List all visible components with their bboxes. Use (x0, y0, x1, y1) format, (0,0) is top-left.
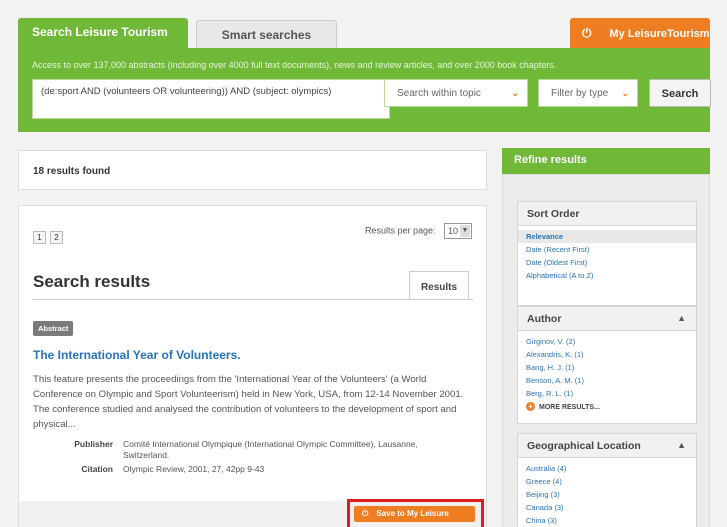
author-option[interactable]: Girginov, V. (2) (518, 335, 696, 348)
chevron-down-icon: ⌄ (621, 88, 629, 98)
page-1-button[interactable]: 1 (33, 231, 46, 244)
type-select-label: Filter by type (551, 88, 609, 99)
plus-icon: + (526, 402, 535, 411)
coverage-note: Access to over 137,000 abstracts (includ… (32, 60, 557, 70)
search-band: Access to over 137,000 abstracts (includ… (18, 48, 711, 132)
publisher-value: Comité International Olympique (Internat… (123, 439, 418, 460)
geo-option[interactable]: Greece (4) (518, 475, 696, 488)
filter-by-type-select[interactable]: Filter by type ⌄ (538, 79, 638, 107)
result-title-link[interactable]: The International Year of Volunteers. (33, 348, 241, 362)
author-facet-title[interactable]: Author ▲ (518, 307, 696, 331)
author-option[interactable]: Berg, R. L. (1) (518, 387, 696, 400)
geo-facet-label: Geographical Location (527, 440, 641, 452)
tab-smart-searches[interactable]: Smart searches (196, 20, 337, 48)
author-more-results-link[interactable]: + MORE RESULTS... (518, 400, 696, 413)
highlight-box (347, 499, 484, 527)
divider (33, 299, 473, 300)
geo-option[interactable]: China (3) (518, 514, 696, 527)
geo-option[interactable]: Beijing (3) (518, 488, 696, 501)
results-count: 18 results found (18, 150, 487, 190)
sort-order-title: Sort Order (518, 202, 696, 226)
sort-option-alphabetical[interactable]: Alphabetical (A to Z) (518, 269, 696, 282)
results-per-page-select[interactable]: 10 ▼ (444, 223, 472, 239)
sort-order-box: Sort Order Relevance Date (Recent First)… (517, 201, 697, 306)
result-description: This feature presents the proceedings fr… (33, 374, 464, 430)
search-query-input[interactable]: (de:sport AND (volunteers OR volunteerin… (32, 79, 390, 119)
citation-label: Citation (81, 464, 113, 474)
author-facet-label: Author (527, 313, 562, 325)
chevron-up-icon: ▲ (677, 440, 686, 450)
results-per-page: Results per page: 10 ▼ (365, 223, 472, 239)
search-button[interactable]: Search (649, 79, 711, 107)
results-per-page-value: 10 (448, 226, 459, 236)
search-results-heading: Search results (33, 272, 151, 291)
author-option[interactable]: Bang, H. J. (1) (518, 361, 696, 374)
tab-search-leisure-tourism[interactable]: Search Leisure Tourism (18, 18, 188, 48)
chevron-up-icon: ▲ (677, 313, 686, 323)
sort-option-date-oldest[interactable]: Date (Oldest First) (518, 256, 696, 269)
my-leisure-tourism-label: My LeisureTourism (609, 28, 710, 40)
refine-panel: Sort Order Relevance Date (Recent First)… (502, 174, 710, 527)
page-2-button[interactable]: 2 (50, 231, 63, 244)
refine-results-heading: Refine results (502, 148, 710, 174)
my-leisure-tourism-button[interactable]: ⏻ My LeisureTourism (570, 18, 710, 48)
geo-option[interactable]: Canada (3) (518, 501, 696, 514)
citation-value: Olympic Review, 2001, 27, 42pp 9-43 (123, 464, 265, 474)
author-facet-box: Author ▲ Girginov, V. (2) Alexandris, K.… (517, 306, 697, 424)
publisher-label: Publisher (74, 439, 113, 449)
result-meta: Publisher Comité International Olympique… (63, 439, 443, 478)
topic-select-label: Search within topic (397, 88, 481, 99)
tab-results[interactable]: Results (409, 271, 469, 300)
pagination: 12 (33, 227, 67, 245)
sort-option-date-recent[interactable]: Date (Recent First) (518, 243, 696, 256)
dropdown-arrow-icon: ▼ (460, 225, 470, 237)
author-option[interactable]: Benson, A. M. (1) (518, 374, 696, 387)
geo-facet-title[interactable]: Geographical Location ▲ (518, 434, 696, 458)
top-tabs: Search Leisure Tourism Smart searches ⏻ M… (18, 18, 710, 48)
sort-option-relevance[interactable]: Relevance (518, 230, 696, 243)
type-badge: Abstract (33, 321, 74, 336)
author-option[interactable]: Alexandris, K. (1) (518, 348, 696, 361)
power-icon: ⏻ (582, 26, 592, 40)
geo-facet-box: Geographical Location ▲ Australia (4) Gr… (517, 433, 697, 527)
results-panel: 12 Results per page: 10 ▼ Search results… (18, 205, 487, 527)
geo-option[interactable]: Australia (4) (518, 462, 696, 475)
results-per-page-label: Results per page: (364, 225, 436, 236)
search-within-topic-select[interactable]: Search within topic ⌄ (384, 79, 528, 107)
more-results-label: MORE RESULTS... (539, 404, 600, 411)
chevron-down-icon: ⌄ (511, 88, 519, 98)
